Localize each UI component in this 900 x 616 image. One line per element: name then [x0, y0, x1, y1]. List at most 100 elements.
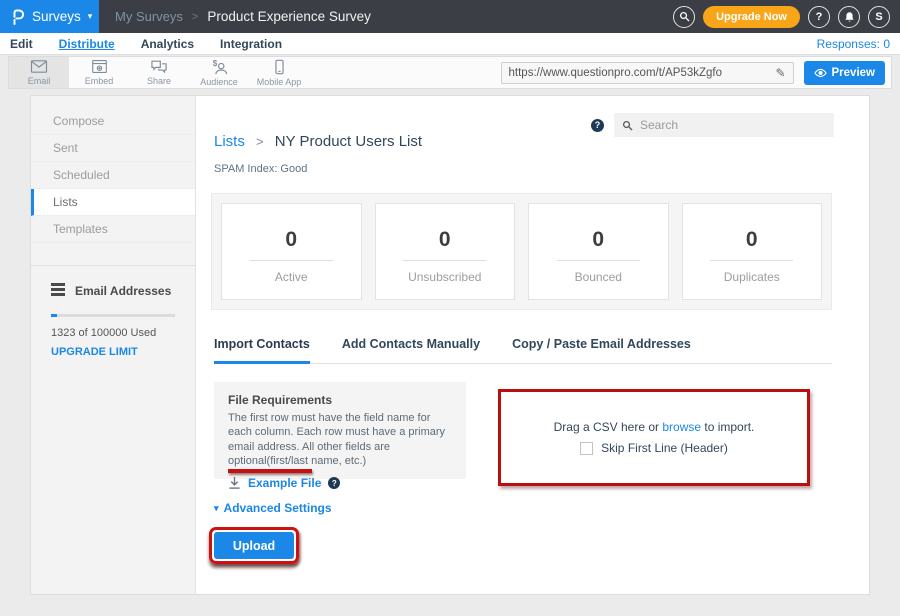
browse-link[interactable]: browse — [662, 420, 701, 434]
topbar-actions: Upgrade Now ? S — [673, 6, 900, 28]
sidebar-item-templates[interactable]: Templates — [31, 216, 195, 243]
sidebar-item-sent[interactable]: Sent — [31, 135, 195, 162]
example-file-link[interactable]: Example File ? — [228, 476, 452, 490]
channel-label: Share — [147, 76, 171, 86]
stat-label: Active — [222, 270, 361, 284]
file-requirements-body: The first row must have the field name f… — [228, 411, 452, 468]
contacts-search-box[interactable] — [614, 113, 834, 137]
upload-button[interactable]: Upload — [214, 532, 294, 559]
list-name: NY Product Users List — [275, 133, 422, 150]
search-icon[interactable] — [673, 6, 695, 28]
email-icon — [30, 59, 48, 74]
breadcrumb-my-surveys[interactable]: My Surveys — [115, 9, 183, 24]
channel-label: Mobile App — [257, 77, 302, 87]
channel-label: Embed — [85, 76, 114, 86]
topbar: Surveys ▾ My Surveys > Product Experienc… — [0, 0, 900, 33]
survey-nav: Edit Distribute Analytics Integration Re… — [0, 33, 900, 55]
channel-share[interactable]: Share — [129, 57, 189, 88]
stat-value: 0 — [529, 228, 668, 252]
channel-label: Audience — [200, 77, 238, 87]
tab-import-contacts[interactable]: Import Contacts — [214, 337, 310, 364]
channel-embed[interactable]: Embed — [69, 57, 129, 88]
breadcrumb-separator: > — [192, 11, 198, 23]
avatar[interactable]: S — [868, 6, 890, 28]
channel-email[interactable]: Email — [9, 57, 69, 88]
dropzone-text: Drag a CSV here or — [554, 420, 659, 434]
upgrade-limit-link[interactable]: UPGRADE LIMIT — [51, 346, 175, 358]
dropzone-instruction: Drag a CSV here or browse to import. — [554, 420, 755, 434]
responses-count[interactable]: Responses: 0 — [817, 37, 890, 51]
help-icon[interactable]: ? — [328, 477, 340, 489]
dropzone-text: to import. — [704, 420, 754, 434]
tab-distribute[interactable]: Distribute — [59, 37, 115, 51]
stat-label: Unsubscribed — [376, 270, 515, 284]
tab-add-contacts-manually[interactable]: Add Contacts Manually — [342, 337, 480, 363]
preview-label: Preview — [832, 67, 875, 79]
stat-card-duplicates: 0 Duplicates — [682, 203, 823, 300]
product-menu[interactable]: Surveys ▾ — [0, 0, 99, 33]
stat-label: Duplicates — [683, 270, 822, 284]
mobile-app-icon — [273, 59, 286, 75]
sidebar-item-lists[interactable]: Lists — [31, 189, 195, 216]
sidebar-item-compose[interactable]: Compose — [31, 108, 195, 135]
tab-edit[interactable]: Edit — [10, 37, 33, 51]
contacts-tabs: Import Contacts Add Contacts Manually Co… — [214, 337, 832, 364]
stat-card-unsubscribed: 0 Unsubscribed — [375, 203, 516, 300]
preview-button[interactable]: Preview — [804, 61, 885, 85]
chevron-down-icon: ▾ — [88, 12, 93, 21]
help-icon[interactable]: ? — [808, 6, 830, 28]
breadcrumb: Lists > NY Product Users List — [214, 133, 422, 150]
share-icon — [150, 59, 168, 74]
help-icon[interactable]: ? — [591, 119, 604, 132]
tab-analytics[interactable]: Analytics — [141, 37, 194, 51]
email-distribution-panel: Compose Sent Scheduled Lists Templates E… — [30, 95, 870, 595]
download-icon — [228, 476, 241, 490]
questionpro-logo-icon — [10, 7, 25, 26]
skip-first-line-checkbox[interactable] — [580, 442, 593, 455]
csv-dropzone[interactable]: Drag a CSV here or browse to import. Ski… — [498, 389, 810, 486]
list-icon — [51, 283, 65, 298]
survey-url[interactable]: https://www.questionpro.com/t/AP53kZgfo — [509, 67, 770, 79]
file-requirements-title: File Requirements — [228, 393, 452, 407]
distribute-toolbar: Email Embed Share $ Audience — [8, 56, 892, 89]
tab-integration[interactable]: Integration — [220, 37, 282, 51]
email-usage-progressbar — [51, 314, 175, 317]
file-requirements-box: File Requirements The first row must hav… — [214, 382, 466, 479]
stat-card-active: 0 Active — [221, 203, 362, 300]
advanced-settings-label: Advanced Settings — [224, 501, 332, 515]
search-input[interactable] — [640, 118, 826, 132]
chevron-down-icon: ▾ — [214, 503, 219, 514]
breadcrumb-separator: > — [256, 134, 264, 149]
annotation-box-upload: Upload — [209, 527, 299, 564]
stat-value: 0 — [222, 228, 361, 252]
embed-icon — [91, 59, 108, 74]
list-stats-strip: 0 Active 0 Unsubscribed 0 Bounced 0 Dupl… — [211, 193, 832, 310]
notifications-bell-icon[interactable] — [838, 6, 860, 28]
survey-url-field[interactable]: https://www.questionpro.com/t/AP53kZgfo … — [501, 62, 794, 84]
edit-url-pencil-icon[interactable]: ✎ — [775, 66, 785, 80]
eye-icon — [814, 68, 827, 78]
sidebar-item-scheduled[interactable]: Scheduled — [31, 162, 195, 189]
annotation-underline-example-file — [228, 469, 312, 473]
advanced-settings-toggle[interactable]: ▾ Advanced Settings — [214, 501, 332, 515]
breadcrumb-lists-link[interactable]: Lists — [214, 133, 245, 150]
channel-label: Email — [28, 76, 51, 86]
stat-value: 0 — [376, 228, 515, 252]
stat-value: 0 — [683, 228, 822, 252]
stat-card-bounced: 0 Bounced — [528, 203, 669, 300]
skip-first-line-option[interactable]: Skip First Line (Header) — [580, 441, 728, 455]
audience-icon: $ — [210, 59, 228, 75]
channel-mobile-app[interactable]: Mobile App — [249, 57, 309, 88]
upgrade-now-button[interactable]: Upgrade Now — [703, 6, 800, 28]
topbar-breadcrumb: My Surveys > Product Experience Survey — [115, 9, 371, 24]
spam-index: SPAM Index: Good — [214, 163, 307, 175]
list-detail-panel: ? Lists > NY Product Users List SPAM Ind… — [196, 96, 869, 594]
channel-audience[interactable]: $ Audience — [189, 57, 249, 88]
search-icon — [622, 120, 633, 131]
stat-label: Bounced — [529, 270, 668, 284]
page-title: Product Experience Survey — [207, 9, 371, 24]
tab-copy-paste-email-addresses[interactable]: Copy / Paste Email Addresses — [512, 337, 691, 363]
email-addresses-widget: Email Addresses 1323 of 100000 Used UPGR… — [31, 266, 195, 375]
example-file-label[interactable]: Example File — [248, 476, 321, 490]
email-sidebar: Compose Sent Scheduled Lists Templates E… — [31, 96, 196, 594]
